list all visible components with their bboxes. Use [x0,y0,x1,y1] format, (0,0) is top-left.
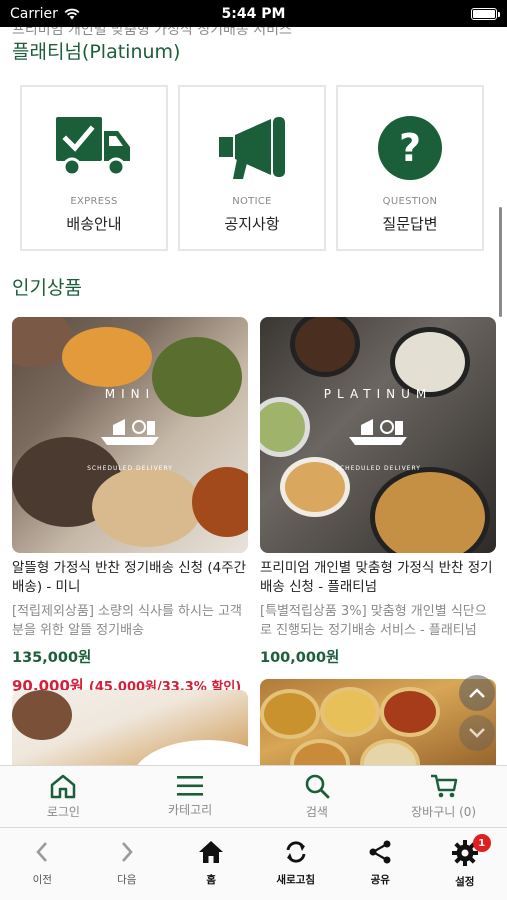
forward-button[interactable]: 다음 [85,840,169,887]
product-image[interactable]: PLATINUM SCHEDULED DELIVERY [260,317,496,553]
product-image[interactable] [12,690,248,765]
chevron-right-icon [121,842,133,862]
forward-label: 다음 [117,874,137,886]
card-label: 배송안내 [66,215,122,233]
card-label: 질문답변 [382,215,438,233]
card-label: 공지사항 [224,215,280,233]
card-sub-label: QUESTION [382,196,438,207]
chevron-down-icon [469,728,485,738]
product-card-mini[interactable]: MINI SCHEDULED DELIVERY 알뜰형 가정식 반찬 정기배송 … [12,317,248,696]
tab-cart[interactable]: 장바구니 (0) [381,773,507,820]
cart-icon [430,774,457,798]
info-cards: EXPRESS 배송안내 NOTICE 공지사항 ? QUESTION 질문답변 [20,85,484,251]
scroll-down-button[interactable] [459,715,495,751]
product-name[interactable]: 알뜰형 가정식 반찬 정기배송 신청 (4주간 배송) - 미니 [12,559,248,597]
tab-search[interactable]: 검색 [254,773,380,820]
chevron-up-icon [469,688,485,698]
scroll-indicator[interactable] [499,207,502,317]
home-button[interactable]: 홈 [169,840,253,887]
notification-badge: 1 [472,834,491,852]
megaphone-icon [219,117,285,179]
tab-label: 카테고리 [168,803,213,817]
product-price: 135,000원 [12,650,92,666]
chevron-left-icon [36,842,48,862]
kitchen-logo-icon [349,419,407,445]
menu-icon [177,776,204,796]
refresh-icon [286,841,306,863]
brand-logo: MINI SCHEDULED DELIVERY [87,387,173,472]
product-image[interactable]: MINI SCHEDULED DELIVERY [12,317,248,553]
product-description: [특별적립상품 3%] 맞춤형 개인별 식단으로 진행되는 정기배송 서비스 -… [260,604,487,638]
back-button[interactable]: 이전 [0,840,84,887]
share-button[interactable]: 공유 [338,840,422,887]
tab-category[interactable]: 카테고리 [127,775,253,818]
settings-button[interactable]: 1 설정 [423,834,507,889]
home-icon [51,774,76,799]
product-card-platinum[interactable]: PLATINUM SCHEDULED DELIVERY 프리미엄 개인별 맞춤형… [260,317,496,667]
card-delivery-info[interactable]: EXPRESS 배송안내 [20,85,168,251]
browser-control-bar: 이전 다음 홈 새로고침 공유 1 설정 [0,827,507,900]
battery-icon [471,7,500,20]
tab-label: 검색 [305,805,328,819]
status-left: Carrier [10,6,80,22]
refresh-label: 새로고침 [276,874,316,886]
search-icon [305,774,330,799]
wifi-icon [64,8,80,19]
card-qna[interactable]: ? QUESTION 질문답변 [336,85,484,251]
status-bar: Carrier 5:44 PM [0,0,507,27]
home-label: 홈 [206,874,217,886]
section-title-platinum: 플래티넘(Platinum) [12,41,181,63]
page-content[interactable]: 프리미엄 개인별 맞춤형 가정식 정기배송 서비스 플래티넘(Platinum)… [0,27,507,765]
carrier-label: Carrier [10,5,58,22]
card-sub-label: NOTICE [232,196,272,207]
kitchen-logo-icon [101,419,159,445]
product-name[interactable]: 프리미엄 개인별 맞춤형 가정식 반찬 정기배송 신청 - 플래티넘 [260,559,496,597]
question-icon: ? [378,116,442,180]
share-icon [369,840,391,864]
product-description: [적립제외상품] 소량의 식사를 하시는 고객분을 위한 알뜰 정기배송 [12,604,242,638]
truck-icon [56,117,130,177]
home-icon [199,841,224,863]
card-sub-label: EXPRESS [70,196,118,207]
back-label: 이전 [32,874,52,886]
brand-logo: PLATINUM SCHEDULED DELIVERY [323,387,433,472]
settings-label: 설정 [455,876,475,888]
tab-label: 장바구니 (0) [411,805,477,819]
product-card[interactable] [12,690,248,765]
tab-label: 로그인 [46,805,80,819]
refresh-button[interactable]: 새로고침 [254,840,338,887]
tab-login[interactable]: 로그인 [0,773,126,820]
product-price: 100,000원 [260,650,340,666]
app-tab-bar: 로그인 카테고리 검색 장바구니 (0) [0,765,507,827]
svg-text:?: ? [399,126,421,170]
section-title-popular: 인기상품 [12,277,82,299]
share-label: 공유 [370,874,390,886]
scroll-up-button[interactable] [459,675,495,711]
card-notice[interactable]: NOTICE 공지사항 [178,85,326,251]
